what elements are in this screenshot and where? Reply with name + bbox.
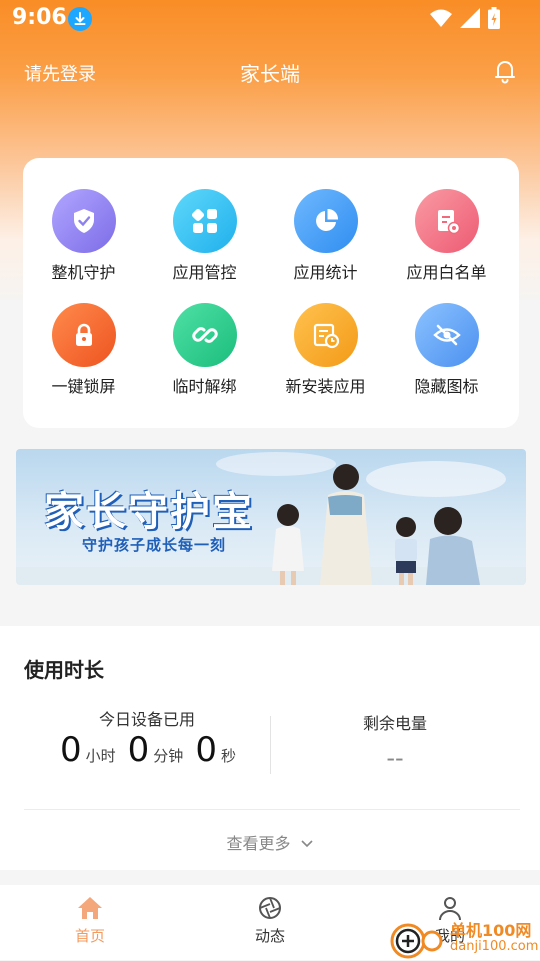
feature-label: 隐藏图标 [414,377,479,396]
pie-chart-icon [293,189,358,253]
feature-one-click-lock[interactable]: 一键锁屏 [23,303,144,413]
feature-label: 整机守护 [51,263,116,282]
status-bar: 9:06 [0,0,540,38]
feature-app-whitelist[interactable]: 应用白名单 [386,189,507,299]
feature-label: 应用统计 [293,263,358,282]
feature-label: 临时解绑 [172,377,237,396]
banner-title: 家长守护宝 [44,489,254,535]
home-icon [78,897,102,919]
feature-label: 新安装应用 [285,377,366,396]
bell-icon[interactable] [492,58,518,84]
battery-icon [488,7,500,29]
battery-value: -- [386,744,404,772]
divider [270,716,271,774]
view-more-label: 查看更多 [226,834,291,853]
promo-banner[interactable]: 家长守护宝 守护孩子成长每一刻 [16,449,526,585]
watermark-logo-icon [390,923,443,959]
feature-new-installed-apps[interactable]: 新安装应用 [265,303,386,413]
watermark-url: danji100.com [450,939,539,954]
feature-whole-device-guard[interactable]: 整机守护 [23,189,144,299]
eye-off-icon [414,303,479,367]
divider [24,809,520,810]
lock-icon [51,303,116,367]
usage-section: 使用时长 今日设备已用 0 小时 0 分钟 0 秒 剩余电量 -- 查看更多 [0,626,540,870]
view-more-button[interactable]: 查看更多 [0,830,540,854]
document-settings-icon [414,189,479,253]
usage-hours: 0 [60,730,82,770]
usage-minutes: 0 [127,730,150,770]
banner-subtitle: 守护孩子成长每一刻 [82,536,227,554]
download-icon [68,7,92,31]
feature-app-statistics[interactable]: 应用统计 [265,189,386,299]
tab-feed-label: 动态 [254,927,285,945]
family-illustration [272,464,480,585]
chevron-down-icon [300,840,313,848]
feature-label: 应用管控 [172,263,237,282]
link-icon [172,303,237,367]
feature-temporary-unbind[interactable]: 临时解绑 [144,303,265,413]
feature-hide-icon[interactable]: 隐藏图标 [386,303,507,413]
tab-home[interactable]: 首页 [30,895,150,946]
status-time: 9:06 [12,5,67,30]
wifi-icon [430,9,452,27]
watermark: 单机100网 danji100.com [390,915,540,960]
feature-app-control[interactable]: 应用管控 [144,189,265,299]
shield-icon [51,189,116,253]
usage-seconds: 0 [195,730,217,770]
install-clock-icon [293,303,358,367]
aperture-icon [259,897,281,919]
watermark-name: 单机100网 [450,921,532,940]
feature-label: 一键锁屏 [51,377,116,396]
battery-label: 剩余电量 [362,714,427,733]
tab-home-label: 首页 [74,927,105,945]
usage-minutes-unit: 分钟 [153,747,184,765]
usage-title: 使用时长 [24,658,104,682]
today-usage-label: 今日设备已用 [98,710,195,729]
feature-label: 应用白名单 [406,263,487,282]
feature-grid-card: 整机守护 应用管控 应用统计 应用白名单 一键锁屏 临时解绑 新安装应用 隐藏图… [23,158,519,428]
signal-icon [460,8,480,28]
page-title: 家长端 [240,62,300,86]
usage-seconds-unit: 秒 [220,747,236,765]
tab-feed[interactable]: 动态 [210,895,330,946]
today-usage-value: 0 小时 0 分钟 0 秒 [60,730,248,770]
usage-hours-unit: 小时 [85,747,116,765]
apps-icon [172,189,237,253]
